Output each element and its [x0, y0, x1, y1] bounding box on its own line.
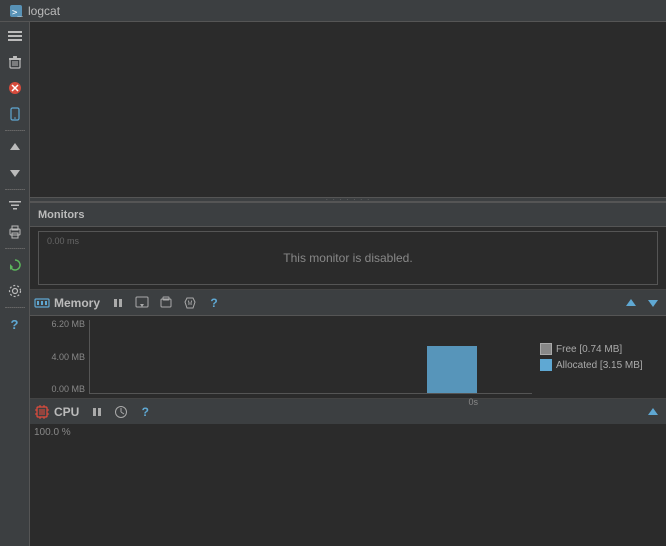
legend-allocated: Allocated [3.15 MB] [540, 359, 662, 371]
legend-free-color [540, 343, 552, 355]
divider1 [5, 130, 25, 131]
memory-y-label-mid: 4.00 MB [34, 353, 85, 362]
cpu-clock-button[interactable] [111, 402, 131, 422]
memory-chart-area: 0s [89, 320, 532, 394]
cpu-move-up-button[interactable] [644, 403, 662, 421]
trash-button[interactable] [3, 50, 27, 74]
disabled-y-label: 0.00 ms [47, 236, 79, 246]
divider2 [5, 189, 25, 190]
memory-y-axis: 6.20 MB 4.00 MB 0.00 MB [34, 320, 89, 394]
cpu-percentage-area: 100.0 % [30, 424, 666, 440]
monitors-section: Monitors 0.00 ms This monitor is disable… [30, 202, 666, 440]
log-area [30, 22, 666, 197]
cpu-monitor-title: CPU [54, 405, 79, 419]
memory-monitor-title: Memory [54, 296, 100, 310]
divider4 [5, 307, 25, 308]
left-toolbar: ? [0, 22, 30, 546]
device-button[interactable] [3, 102, 27, 126]
svg-text:M: M [188, 301, 193, 307]
cpu-help-button[interactable]: ? [135, 402, 155, 422]
divider3 [5, 248, 25, 249]
cpu-pause-button[interactable] [87, 402, 107, 422]
memory-snapshot-button[interactable] [132, 293, 152, 313]
monitors-title: Monitors [38, 209, 84, 221]
tab-bar: >_ logcat [0, 0, 666, 22]
scroll-up-button[interactable] [3, 135, 27, 159]
memory-icon [34, 295, 50, 311]
disabled-monitor: 0.00 ms This monitor is disabled. [38, 231, 658, 285]
legend-allocated-color [540, 359, 552, 371]
settings-button[interactable] [3, 279, 27, 303]
memory-y-label-max: 6.20 MB [34, 320, 85, 329]
memory-chart-container: 6.20 MB 4.00 MB 0.00 MB 0s Free [0.74 M [30, 316, 666, 396]
logcat-tab-icon: >_ [8, 3, 24, 19]
legend-allocated-label: Allocated [3.15 MB] [556, 360, 643, 371]
filter-button[interactable] [3, 194, 27, 218]
memory-gc-button[interactable] [156, 293, 176, 313]
memory-pause-button[interactable] [108, 293, 128, 313]
content-area: · · · · · · · Monitors 0.00 ms This moni… [30, 22, 666, 546]
memory-monitor-toolbar: Memory [30, 290, 666, 316]
refresh-button[interactable] [3, 253, 27, 277]
memory-dump-button[interactable]: M [180, 293, 200, 313]
cpu-monitor-toolbar: CPU ? [30, 398, 666, 424]
disabled-monitor-text: This monitor is disabled. [283, 251, 412, 265]
scroll-down-button[interactable] [3, 161, 27, 185]
print-button[interactable] [3, 220, 27, 244]
memory-legend: Free [0.74 MB] Allocated [3.15 MB] [532, 320, 662, 394]
help-button[interactable]: ? [3, 312, 27, 336]
cpu-icon [34, 404, 50, 420]
memory-x-label: 0s [468, 397, 478, 407]
main-layout: ? · · · · · · · Monitors 0.00 ms This mo… [0, 22, 666, 546]
memory-move-down-button[interactable] [644, 294, 662, 312]
legend-free-label: Free [0.74 MB] [556, 344, 622, 355]
memory-monitor-panel: Memory [30, 289, 666, 398]
memory-move-up-button[interactable] [622, 294, 640, 312]
cpu-percentage-label: 100.0 % [34, 427, 71, 438]
svg-text:>_: >_ [12, 8, 23, 18]
memory-allocated-bar [427, 346, 477, 393]
stop-button[interactable] [3, 76, 27, 100]
memory-help-button[interactable]: ? [204, 293, 224, 313]
menu-button[interactable] [3, 24, 27, 48]
monitors-header: Monitors [30, 203, 666, 227]
logcat-tab-label: logcat [28, 4, 60, 18]
memory-y-label-min: 0.00 MB [34, 385, 85, 394]
legend-free: Free [0.74 MB] [540, 343, 662, 355]
